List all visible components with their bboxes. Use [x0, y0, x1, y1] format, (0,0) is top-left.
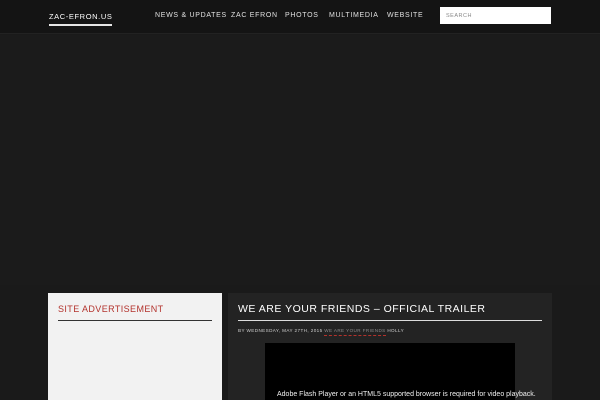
ad-panel-divider	[58, 320, 212, 321]
ad-panel-title: SITE ADVERTISEMENT	[58, 304, 164, 314]
post-meta-date: BY WEDNESDAY, MAY 27TH, 2015	[238, 328, 323, 333]
top-navigation-bar: ZAC-EFRON.US NEWS & UPDATES ZAC EFRON PH…	[0, 0, 600, 34]
nav-zac-efron[interactable]: ZAC EFRON	[231, 12, 278, 19]
video-fallback-message: Adobe Flash Player or an HTML5 supported…	[277, 391, 536, 398]
search-input[interactable]	[440, 7, 551, 24]
nav-news-updates[interactable]: NEWS & UPDATES	[155, 12, 227, 19]
post-title-divider	[238, 320, 542, 321]
nav-website[interactable]: WEBSITE	[387, 12, 423, 19]
post-meta-author: HOLLY	[387, 328, 405, 333]
nav-photos[interactable]: PHOTOS	[285, 12, 319, 19]
post-meta: BY WEDNESDAY, MAY 27TH, 2015 WE ARE YOUR…	[238, 328, 405, 336]
post-category-link[interactable]: WE ARE YOUR FRIENDS	[324, 328, 386, 336]
nav-multimedia[interactable]: MULTIMEDIA	[329, 12, 379, 19]
video-player[interactable]: Adobe Flash Player or an HTML5 supported…	[265, 343, 536, 400]
hero-area	[0, 35, 600, 285]
post-panel: WE ARE YOUR FRIENDS – OFFICIAL TRAILER B…	[228, 293, 552, 400]
post-title-link[interactable]: WE ARE YOUR FRIENDS – OFFICIAL TRAILER	[238, 303, 486, 315]
site-advertisement-panel: SITE ADVERTISEMENT	[48, 293, 222, 400]
